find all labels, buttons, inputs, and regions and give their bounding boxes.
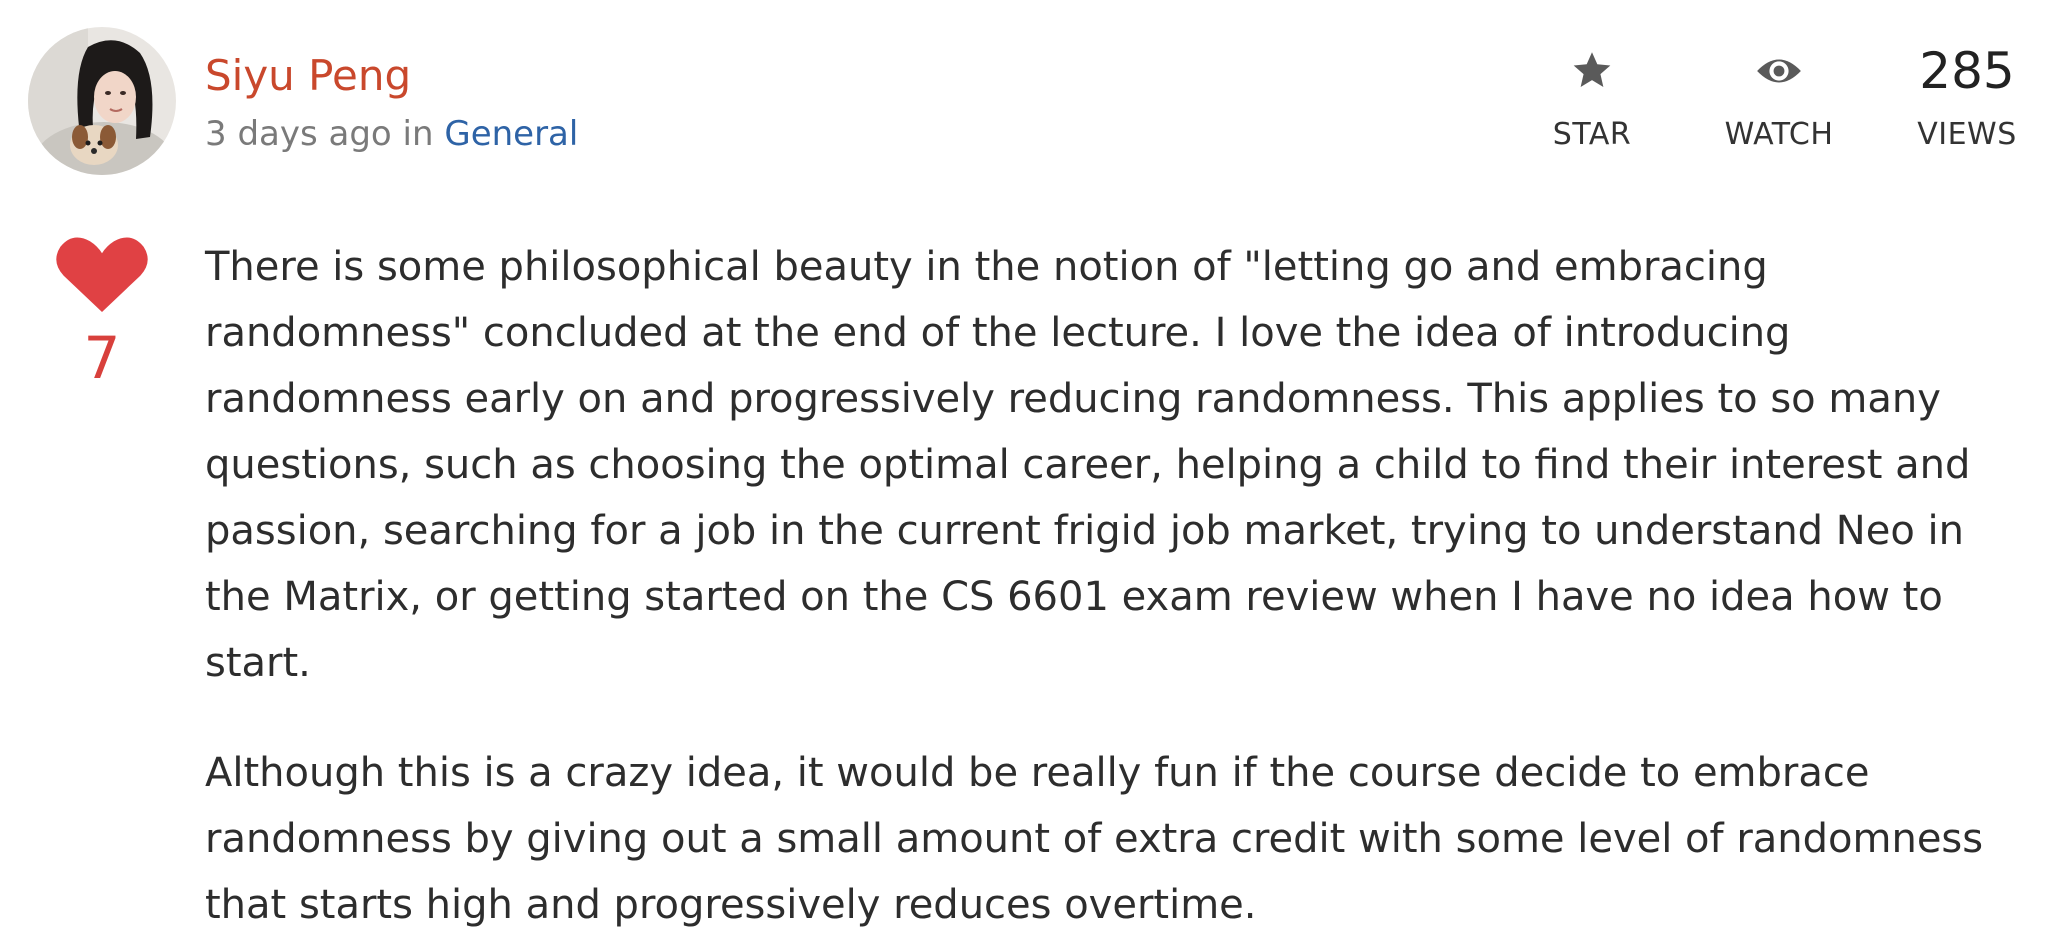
watch-label: WATCH [1724, 117, 1834, 152]
heart-icon [56, 237, 148, 312]
star-button[interactable]: STAR [1517, 40, 1667, 154]
like-button[interactable]: 7 [50, 234, 154, 390]
views-label: VIEWS [1917, 117, 2017, 152]
category-link[interactable]: General [444, 114, 578, 154]
post-paragraph: Although this is a crazy idea, it would … [205, 750, 1984, 928]
post-paragraph: There is some philosophical beauty in th… [205, 244, 1971, 686]
meta-in-word: in [402, 114, 434, 154]
views-count: 285 [1919, 42, 2015, 100]
watch-button[interactable]: WATCH [1704, 40, 1854, 154]
author-name-link[interactable]: Siyu Peng [205, 48, 411, 104]
post-meta: 3 days ago in General [205, 111, 578, 157]
star-label: STAR [1552, 117, 1632, 152]
avatar-photo [28, 27, 176, 175]
eye-icon [1757, 59, 1801, 83]
post-body: There is some philosophical beauty in th… [205, 234, 2035, 944]
avatar[interactable] [28, 27, 176, 175]
views-counter: 285 VIEWS [1892, 40, 2042, 154]
post-time: 3 days ago [205, 114, 392, 154]
star-icon [1573, 52, 1611, 87]
like-count: 7 [83, 324, 121, 392]
forum-post: Siyu Peng 3 days ago in General STAR WAT… [0, 0, 2048, 944]
